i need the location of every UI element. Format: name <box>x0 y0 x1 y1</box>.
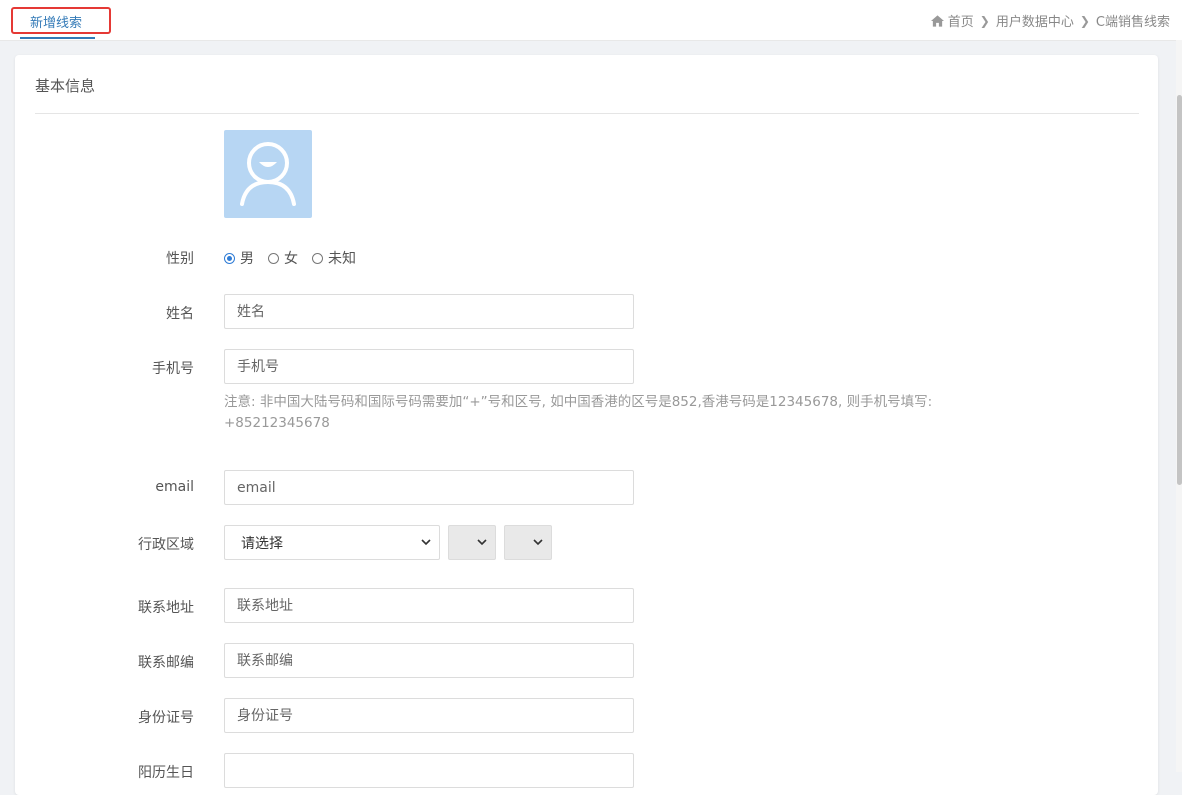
top-bar: 新增线索 首页 ❯ 用户数据中心 ❯ C端销售线索 <box>0 0 1182 41</box>
postcode-input[interactable] <box>224 643 634 678</box>
breadcrumb-user-data-center[interactable]: 用户数据中心 <box>996 11 1074 30</box>
name-input[interactable] <box>224 294 634 329</box>
district-select[interactable] <box>504 525 552 560</box>
active-tab-indicator <box>20 37 95 39</box>
breadcrumb-home[interactable]: 首页 <box>948 11 974 30</box>
chevron-right-icon: ❯ <box>979 13 990 28</box>
card-title: 基本信息 <box>35 77 96 95</box>
idcard-label: 身份证号 <box>138 710 194 726</box>
basic-info-card: 基本信息 性别 男 女 未知 姓名 手机号 注意: 非中国大陆号码和国际号码需要… <box>15 55 1158 795</box>
birthday-label: 阳历生日 <box>138 765 194 781</box>
gender-option-male[interactable]: 男 <box>224 248 254 268</box>
postcode-label: 联系邮编 <box>138 655 194 671</box>
email-input[interactable] <box>224 470 634 505</box>
gender-label: 性别 <box>166 251 194 267</box>
chevron-down-icon <box>421 539 431 546</box>
user-avatar-icon <box>240 142 296 206</box>
breadcrumb: 首页 ❯ 用户数据中心 ❯ C端销售线索 <box>930 11 1170 30</box>
email-label: email <box>155 479 194 495</box>
gender-radio-group: 男 女 未知 <box>224 248 370 268</box>
phone-input[interactable] <box>224 349 634 384</box>
radio-unchecked-icon[interactable] <box>268 252 279 264</box>
breadcrumb-c-sales-leads[interactable]: C端销售线索 <box>1096 11 1170 30</box>
gender-option-unknown-label: 未知 <box>328 251 356 267</box>
idcard-input[interactable] <box>224 698 634 733</box>
phone-hint: 注意: 非中国大陆号码和国际号码需要加“+”号和区号, 如中国香港的区号是852… <box>224 394 933 431</box>
avatar[interactable] <box>224 130 312 218</box>
scrollbar-thumb[interactable] <box>1177 95 1182 485</box>
gender-option-unknown[interactable]: 未知 <box>312 248 356 268</box>
chevron-down-icon <box>533 539 543 546</box>
province-select[interactable]: 请选择 <box>224 525 440 560</box>
tab-new-lead-label: 新增线索 <box>30 16 83 31</box>
phone-label: 手机号 <box>152 361 194 377</box>
province-select-value: 请选择 <box>241 535 283 552</box>
tab-new-lead[interactable]: 新增线索 <box>11 7 111 34</box>
card-divider <box>35 113 1139 114</box>
address-input[interactable] <box>224 588 634 623</box>
address-label: 联系地址 <box>138 600 194 616</box>
chevron-down-icon <box>477 539 487 546</box>
chevron-right-icon: ❯ <box>1079 13 1090 28</box>
birthday-input[interactable] <box>224 753 634 788</box>
gender-option-female-label: 女 <box>284 251 298 267</box>
name-label: 姓名 <box>166 306 194 322</box>
region-label: 行政区域 <box>138 537 194 553</box>
page-scrollbar[interactable] <box>1176 40 1182 772</box>
radio-checked-icon[interactable] <box>224 252 235 264</box>
gender-option-female[interactable]: 女 <box>268 248 298 268</box>
city-select[interactable] <box>448 525 496 560</box>
radio-unchecked-icon[interactable] <box>312 252 323 264</box>
home-icon <box>930 14 944 27</box>
gender-option-male-label: 男 <box>240 251 254 267</box>
